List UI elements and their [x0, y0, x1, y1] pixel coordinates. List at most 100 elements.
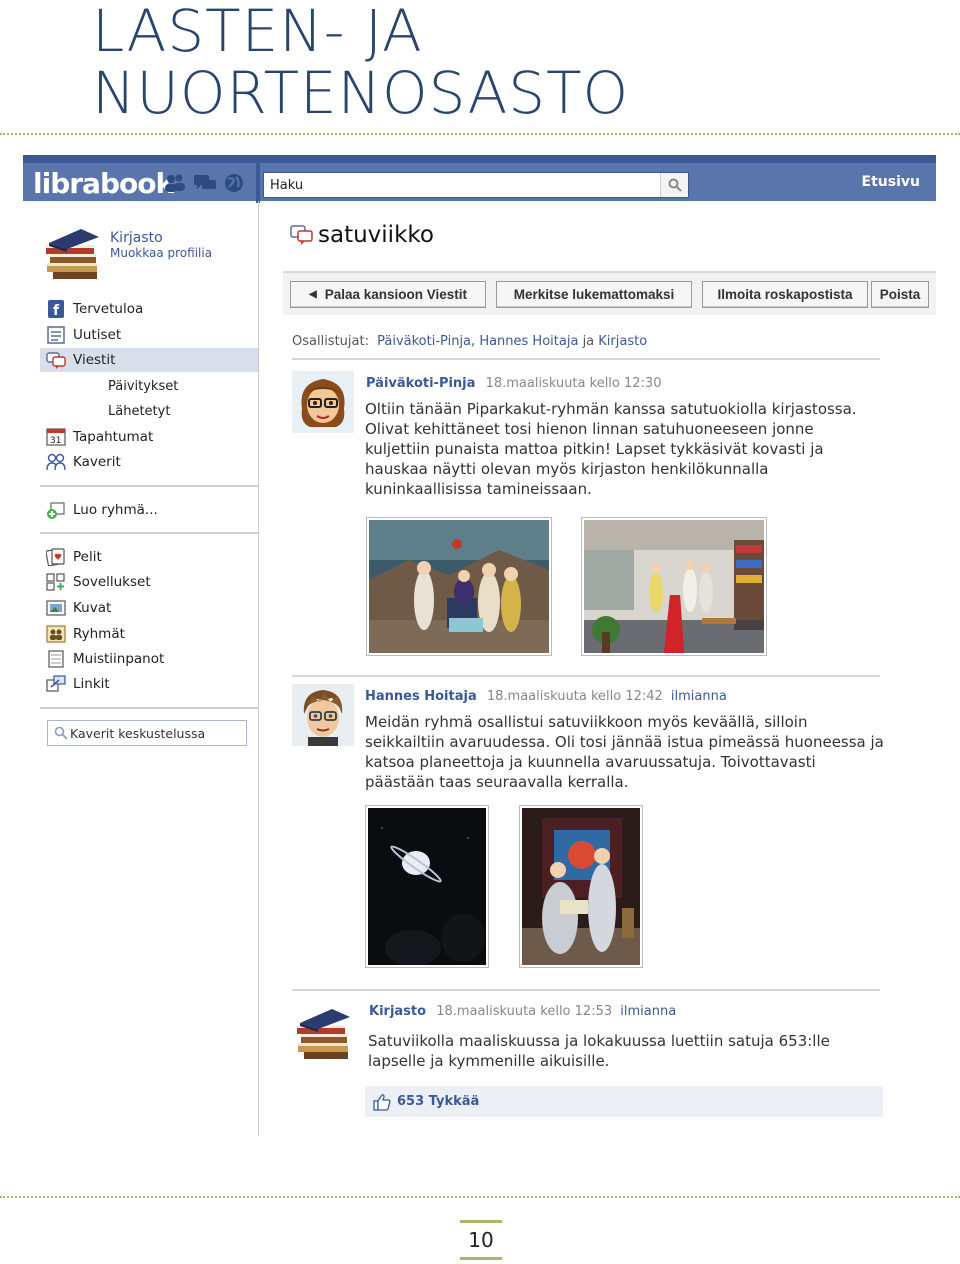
apps-icon: [46, 573, 65, 591]
sidebar-item-groups[interactable]: Ryhmät: [40, 622, 258, 646]
attached-photo[interactable]: [519, 805, 643, 968]
thread-title-text: satuviikko: [318, 222, 434, 248]
photo-astronaut-costumes: [522, 808, 640, 965]
app-logo[interactable]: librabook: [33, 167, 174, 200]
sidebar-item-label: Uutiset: [73, 327, 122, 343]
mark-unread-button[interactable]: Merkitse lukemattomaksi: [496, 281, 692, 308]
message-time: 18.maaliskuuta kello 12:42: [486, 689, 663, 704]
profile-name[interactable]: Kirjasto: [110, 230, 163, 246]
messages-notification-icon[interactable]: [193, 173, 217, 193]
report-link[interactable]: ilmianna: [671, 689, 727, 704]
message-header: Kirjasto 18.maaliskuuta kello 12:53 ilmi…: [369, 1004, 676, 1019]
sidebar-divider: [40, 485, 258, 487]
sidebar-subitem-updates[interactable]: Päivitykset: [108, 379, 178, 394]
avatar[interactable]: [292, 684, 354, 746]
page-title-line-1: LASTEN- JA: [92, 0, 423, 65]
photo-dark-space-room: [368, 808, 486, 965]
participants-separator: ,: [471, 334, 476, 349]
svg-text:f: f: [53, 303, 60, 318]
friends-requests-icon[interactable]: [163, 173, 187, 193]
page-title-line-2: NUORTENOSASTO: [92, 59, 630, 127]
button-label: Ilmoita roskapostista: [717, 287, 853, 302]
report-link[interactable]: ilmianna: [620, 1004, 676, 1019]
attached-photo[interactable]: [366, 517, 552, 656]
search-button[interactable]: [660, 173, 688, 197]
top-bar-inner: librabook Etusivu: [23, 163, 936, 203]
home-link[interactable]: Etusivu: [862, 174, 920, 190]
edit-profile-link[interactable]: Muokkaa profiilia: [110, 246, 212, 260]
sidebar-item-events[interactable]: 31 Tapahtumat: [40, 425, 258, 449]
sidebar-item-label: Viestit: [73, 352, 116, 368]
photo-castle-storytime: [369, 520, 549, 653]
chat-friends-search[interactable]: Kaverit keskustelussa: [47, 720, 247, 746]
message-divider: [292, 675, 880, 677]
calendar-badge: 31: [50, 436, 61, 446]
back-to-inbox-button[interactable]: ◀ Palaa kansioon Viestit: [290, 281, 486, 308]
sidebar-item-games[interactable]: Pelit: [40, 545, 258, 569]
message-author[interactable]: Kirjasto: [369, 1004, 426, 1019]
sidebar-item-welcome[interactable]: f Tervetuloa: [40, 297, 258, 321]
top-bar: librabook Etusivu: [23, 155, 936, 203]
avatar[interactable]: [292, 371, 354, 433]
sidebar-item-create-group[interactable]: Luo ryhmä...: [40, 498, 258, 522]
attached-photo[interactable]: [365, 805, 489, 968]
participant-link[interactable]: Hannes Hoitaja: [479, 334, 578, 349]
photos-icon: [46, 600, 66, 616]
sidebar-item-label: Tervetuloa: [73, 301, 144, 317]
avatar[interactable]: [292, 1001, 354, 1063]
sidebar-item-label: Pelit: [73, 549, 102, 565]
thumbs-up-icon: [373, 1093, 391, 1111]
profile-avatar[interactable]: [41, 223, 103, 281]
sidebar-subitem-sent[interactable]: Lähetetyt: [108, 404, 170, 419]
message-divider: [292, 358, 880, 360]
friends-icon: [46, 453, 66, 471]
like-bar[interactable]: 653 Tykkää: [365, 1086, 883, 1117]
participant-link[interactable]: Päiväkoti-Pinja: [377, 334, 471, 349]
sidebar-item-photos[interactable]: Kuvat: [40, 596, 258, 620]
thread-title: satuviikko: [290, 222, 434, 248]
page-title: LASTEN- JA NUORTENOSASTO: [92, 0, 852, 124]
search-input[interactable]: [264, 173, 654, 197]
participants-label: Osallistujat:: [292, 334, 369, 349]
sidebar-item-links[interactable]: Linkit: [40, 672, 258, 696]
message-time: 18.maaliskuuta kello 12:53: [436, 1004, 613, 1019]
notes-icon: [48, 650, 64, 668]
news-feed-icon: [47, 326, 65, 344]
globe-notification-icon[interactable]: [222, 173, 246, 193]
sidebar-item-notes[interactable]: Muistiinpanot: [40, 647, 258, 671]
sidebar-item-friends[interactable]: Kaverit: [40, 450, 258, 474]
games-icon: [46, 548, 65, 566]
button-label: Merkitse lukemattomaksi: [513, 287, 675, 302]
message-divider: [292, 989, 880, 991]
left-sidebar: Kirjasto Muokkaa profiilia f Tervetuloa …: [23, 201, 259, 1136]
delete-button[interactable]: Poista: [871, 281, 929, 308]
message-author[interactable]: Päiväkoti-Pinja: [366, 376, 475, 391]
chevron-left-icon: ◀: [308, 289, 317, 300]
report-spam-button[interactable]: Ilmoita roskapostista: [702, 281, 868, 308]
sidebar-item-messages[interactable]: Viestit: [40, 348, 258, 372]
sidebar-item-label: Kuvat: [73, 600, 112, 616]
search-box: [263, 172, 689, 198]
chat-search-label: Kaverit keskustelussa: [70, 725, 206, 741]
search-icon: [54, 726, 68, 740]
attached-photo[interactable]: [581, 517, 767, 656]
sidebar-item-apps[interactable]: Sovellukset: [40, 570, 258, 594]
sidebar-item-label: Sovellukset: [73, 574, 151, 590]
links-icon: [46, 675, 66, 692]
sidebar-item-label: Muistiinpanot: [73, 651, 165, 667]
participant-link[interactable]: Kirjasto: [598, 334, 647, 349]
bottom-divider: [0, 1196, 960, 1198]
button-label: Poista: [879, 287, 921, 302]
message-header: Päiväkoti-Pinja 18.maaliskuuta kello 12:…: [366, 376, 661, 391]
sidebar-item-label: Linkit: [73, 676, 110, 692]
participants-separator: ja: [582, 334, 595, 349]
message-body: Oltiin tänään Piparkakut-ryhmän kanssa s…: [365, 400, 857, 498]
messages-icon: [46, 352, 66, 369]
page-number: 10: [460, 1220, 502, 1260]
sidebar-divider: [40, 707, 258, 709]
sidebar-item-news[interactable]: Uutiset: [40, 323, 258, 347]
message-body: Satuviikolla maaliskuussa ja lokakuussa …: [368, 1032, 830, 1070]
message-author[interactable]: Hannes Hoitaja: [365, 689, 477, 704]
sidebar-item-label: Luo ryhmä...: [73, 502, 158, 518]
like-count: 653 Tykkää: [397, 1094, 480, 1109]
